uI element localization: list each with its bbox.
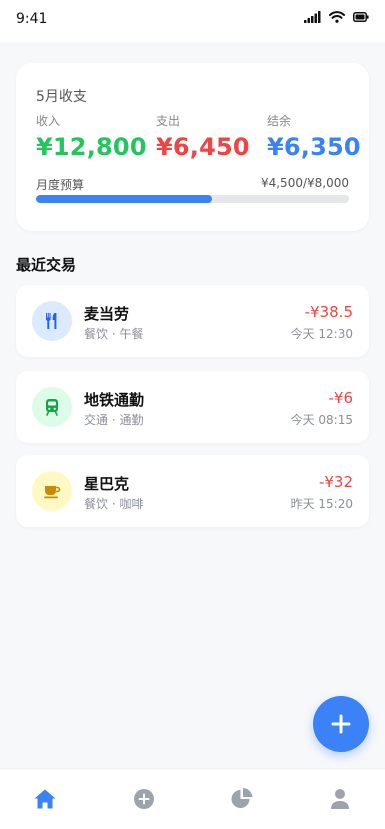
budget-progress-bar — [36, 195, 349, 203]
battery-icon — [353, 12, 369, 22]
income-label: 收入 — [36, 114, 61, 128]
transaction-category: 餐饮 · 咖啡 — [84, 497, 144, 511]
budget-label: 月度预算 — [36, 178, 85, 192]
summary-title: 5月收支 — [36, 89, 87, 105]
bottom-tab-bar — [0, 768, 385, 829]
balance-stat: 结余 ¥6,350 — [267, 112, 361, 161]
plus-icon — [331, 714, 351, 734]
coffee-icon — [32, 471, 72, 511]
expense-stat: 支出 ¥6,450 — [156, 112, 250, 161]
tab-profile[interactable] — [328, 787, 352, 811]
utensils-icon — [32, 301, 72, 341]
transaction-time: 今天 12:30 — [290, 327, 353, 341]
tab-add[interactable] — [132, 787, 156, 811]
recent-transactions-title: 最近交易 — [16, 256, 77, 274]
transaction-category: 交通 · 通勤 — [84, 413, 144, 427]
transaction-time: 昨天 15:20 — [290, 497, 353, 511]
transaction-name: 星巴克 — [84, 475, 130, 493]
expense-label: 支出 — [156, 114, 181, 128]
status-icons — [304, 11, 369, 23]
status-bar: 9:41 — [0, 0, 385, 42]
tab-statistics[interactable] — [230, 787, 254, 811]
add-icon — [134, 789, 154, 809]
home-icon — [34, 789, 56, 809]
balance-value: ¥6,350 — [267, 133, 361, 161]
budget-amount: ¥4,500/¥8,000 — [260, 176, 349, 190]
transaction-amount: -¥6 — [328, 389, 354, 407]
signal-icon — [304, 11, 321, 23]
transaction-amount: -¥32 — [318, 473, 353, 491]
income-value: ¥12,800 — [36, 133, 147, 161]
expense-value: ¥6,450 — [156, 133, 250, 161]
wifi-icon — [329, 11, 345, 23]
add-transaction-button[interactable] — [313, 696, 369, 752]
monthly-summary-card: 5月收支 收入 ¥12,800 支出 ¥6,450 结余 ¥6,350 月度预算… — [16, 63, 369, 231]
train-icon — [32, 387, 72, 427]
tab-home[interactable] — [33, 787, 57, 811]
status-time: 9:41 — [16, 11, 48, 27]
pie-chart-icon — [231, 788, 253, 808]
transaction-item[interactable]: 星巴克 餐饮 · 咖啡 -¥32 昨天 15:20 — [16, 455, 369, 527]
user-icon — [331, 789, 349, 809]
transaction-time: 今天 08:15 — [290, 413, 353, 427]
income-stat: 收入 ¥12,800 — [36, 112, 147, 161]
transaction-name: 麦当劳 — [84, 305, 130, 323]
transaction-amount: -¥38.5 — [304, 303, 353, 321]
transaction-category: 餐饮 · 午餐 — [84, 327, 144, 341]
budget-progress-fill — [36, 195, 213, 203]
transaction-name: 地铁通勤 — [84, 391, 145, 409]
transaction-item[interactable]: 麦当劳 餐饮 · 午餐 -¥38.5 今天 12:30 — [16, 285, 369, 357]
balance-label: 结余 — [267, 114, 292, 128]
transaction-item[interactable]: 地铁通勤 交通 · 通勤 -¥6 今天 08:15 — [16, 371, 369, 443]
